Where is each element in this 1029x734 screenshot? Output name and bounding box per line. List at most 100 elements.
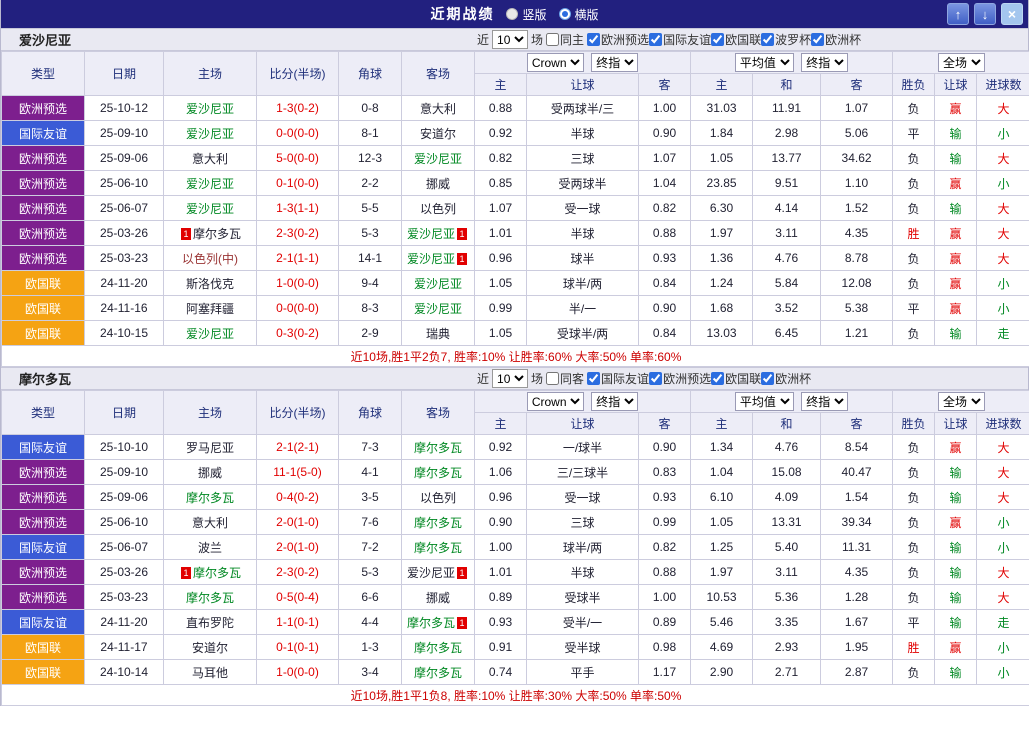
home-team[interactable]: 1摩尔多瓦 bbox=[164, 221, 257, 246]
competition-option[interactable]: 欧洲预选 bbox=[587, 31, 649, 48]
scope-select[interactable]: 全场 bbox=[938, 392, 985, 411]
euro-stage-select[interactable]: 终指 bbox=[801, 392, 848, 411]
scope-select[interactable]: 全场 bbox=[938, 53, 985, 72]
away-team[interactable]: 摩尔多瓦 bbox=[402, 435, 475, 460]
recent-count-select[interactable]: 10 bbox=[492, 369, 528, 388]
competition-option[interactable]: 欧洲杯 bbox=[811, 31, 861, 48]
handicap-line: 球半 bbox=[527, 246, 639, 271]
radio-icon[interactable] bbox=[506, 8, 518, 20]
away-team[interactable]: 摩尔多瓦 bbox=[402, 635, 475, 660]
away-team[interactable]: 摩尔多瓦 bbox=[402, 535, 475, 560]
match-row: 欧洲预选25-06-10意大利2-0(1-0)7-6摩尔多瓦0.90三球0.99… bbox=[2, 510, 1029, 535]
away-team[interactable]: 意大利 bbox=[402, 96, 475, 121]
asian-stage-select[interactable]: 终指 bbox=[591, 53, 638, 72]
average-select[interactable]: 平均值 bbox=[735, 53, 794, 72]
euro-odds-draw: 2.71 bbox=[753, 660, 821, 685]
competition-checkbox[interactable] bbox=[587, 33, 600, 46]
competition-option[interactable]: 国际友谊 bbox=[649, 31, 711, 48]
home-team[interactable]: 爱沙尼亚 bbox=[164, 96, 257, 121]
result-handicap: 输 bbox=[935, 660, 977, 685]
handicap-line: 平手 bbox=[527, 660, 639, 685]
euro-odds-draw: 15.08 bbox=[753, 460, 821, 485]
match-score: 2-0(1-0) bbox=[257, 510, 339, 535]
home-team[interactable]: 爱沙尼亚 bbox=[164, 196, 257, 221]
competition-option[interactable]: 欧国联 bbox=[711, 31, 761, 48]
corner-score: 7-6 bbox=[339, 510, 402, 535]
home-team[interactable]: 摩尔多瓦 bbox=[164, 485, 257, 510]
competition-option[interactable]: 国际友谊 bbox=[587, 370, 649, 387]
competition-checkbox[interactable] bbox=[761, 372, 774, 385]
away-team[interactable]: 摩尔多瓦 bbox=[402, 510, 475, 535]
scroll-up-button[interactable]: ↑ bbox=[947, 3, 969, 25]
home-team[interactable]: 波兰 bbox=[164, 535, 257, 560]
asian-stage-select[interactable]: 终指 bbox=[591, 392, 638, 411]
team-section-moldova: 摩尔多瓦 近 10 场 同客 国际友谊欧洲预选欧国联欧洲杯 bbox=[1, 367, 1028, 706]
home-team[interactable]: 意大利 bbox=[164, 510, 257, 535]
home-team[interactable]: 马耳他 bbox=[164, 660, 257, 685]
euro-stage-select[interactable]: 终指 bbox=[801, 53, 848, 72]
match-row: 欧国联24-10-15爱沙尼亚0-3(0-2)2-9瑞典1.05受球半/两0.8… bbox=[2, 321, 1029, 346]
away-team[interactable]: 爱沙尼亚1 bbox=[402, 246, 475, 271]
bookmaker-select[interactable]: Crown bbox=[527, 392, 584, 411]
corner-score: 2-9 bbox=[339, 321, 402, 346]
competition-checkbox[interactable] bbox=[711, 33, 724, 46]
bookmaker-select[interactable]: Crown bbox=[527, 53, 584, 72]
average-select[interactable]: 平均值 bbox=[735, 392, 794, 411]
close-button[interactable]: × bbox=[1001, 3, 1023, 25]
home-team[interactable]: 直布罗陀 bbox=[164, 610, 257, 635]
away-team[interactable]: 爱沙尼亚1 bbox=[402, 221, 475, 246]
home-team[interactable]: 摩尔多瓦 bbox=[164, 585, 257, 610]
home-team[interactable]: 安道尔 bbox=[164, 635, 257, 660]
competition-option[interactable]: 欧国联 bbox=[711, 370, 761, 387]
away-team[interactable]: 爱沙尼亚 bbox=[402, 296, 475, 321]
col-header-euro-home: 主 bbox=[691, 74, 753, 96]
away-team[interactable]: 摩尔多瓦 bbox=[402, 460, 475, 485]
home-team[interactable]: 意大利 bbox=[164, 146, 257, 171]
competition-option[interactable]: 欧洲预选 bbox=[649, 370, 711, 387]
home-team[interactable]: 爱沙尼亚 bbox=[164, 171, 257, 196]
euro-odds-away: 1.07 bbox=[821, 96, 893, 121]
corner-score: 7-2 bbox=[339, 535, 402, 560]
euro-odds-draw: 4.76 bbox=[753, 435, 821, 460]
home-team[interactable]: 罗马尼亚 bbox=[164, 435, 257, 460]
away-team[interactable]: 安道尔 bbox=[402, 121, 475, 146]
away-team[interactable]: 以色列 bbox=[402, 485, 475, 510]
match-row: 欧洲预选25-03-23摩尔多瓦0-5(0-4)6-6挪威0.89受球半1.00… bbox=[2, 585, 1029, 610]
away-team[interactable]: 摩尔多瓦1 bbox=[402, 610, 475, 635]
away-team[interactable]: 爱沙尼亚1 bbox=[402, 560, 475, 585]
home-team[interactable]: 阿塞拜疆 bbox=[164, 296, 257, 321]
away-team[interactable]: 瑞典 bbox=[402, 321, 475, 346]
layout-radio-horizontal[interactable]: 横版 bbox=[559, 6, 599, 23]
away-team[interactable]: 爱沙尼亚 bbox=[402, 146, 475, 171]
scroll-down-button[interactable]: ↓ bbox=[974, 3, 996, 25]
competition-checkbox[interactable] bbox=[761, 33, 774, 46]
same-venue-checkbox[interactable] bbox=[546, 33, 559, 46]
competition-checkbox[interactable] bbox=[711, 372, 724, 385]
home-team-name: 爱沙尼亚 bbox=[186, 177, 234, 191]
home-team[interactable]: 以色列(中) bbox=[164, 246, 257, 271]
layout-radio-vertical[interactable]: 竖版 bbox=[506, 6, 546, 23]
recent-results-window: 近期战绩 竖版 横版 ↑ ↓ × 爱沙尼亚 近 10 场 bbox=[0, 0, 1029, 706]
competition-option[interactable]: 波罗杯 bbox=[761, 31, 811, 48]
away-team[interactable]: 以色列 bbox=[402, 196, 475, 221]
home-team[interactable]: 1摩尔多瓦 bbox=[164, 560, 257, 585]
away-team[interactable]: 摩尔多瓦 bbox=[402, 660, 475, 685]
home-team[interactable]: 爱沙尼亚 bbox=[164, 121, 257, 146]
same-venue-option[interactable]: 同客 bbox=[546, 370, 584, 387]
away-team[interactable]: 挪威 bbox=[402, 171, 475, 196]
recent-count-select[interactable]: 10 bbox=[492, 30, 528, 49]
away-team[interactable]: 爱沙尼亚 bbox=[402, 271, 475, 296]
home-team[interactable]: 斯洛伐克 bbox=[164, 271, 257, 296]
away-team[interactable]: 挪威 bbox=[402, 585, 475, 610]
competition-checkbox[interactable] bbox=[649, 33, 662, 46]
competition-checkbox[interactable] bbox=[587, 372, 600, 385]
same-venue-checkbox[interactable] bbox=[546, 372, 559, 385]
asian-odds-away: 1.07 bbox=[639, 146, 691, 171]
home-team[interactable]: 爱沙尼亚 bbox=[164, 321, 257, 346]
competition-option[interactable]: 欧洲杯 bbox=[761, 370, 811, 387]
same-venue-option[interactable]: 同主 bbox=[546, 31, 584, 48]
competition-checkbox[interactable] bbox=[649, 372, 662, 385]
home-team[interactable]: 挪威 bbox=[164, 460, 257, 485]
radio-icon[interactable] bbox=[559, 8, 571, 20]
competition-checkbox[interactable] bbox=[811, 33, 824, 46]
